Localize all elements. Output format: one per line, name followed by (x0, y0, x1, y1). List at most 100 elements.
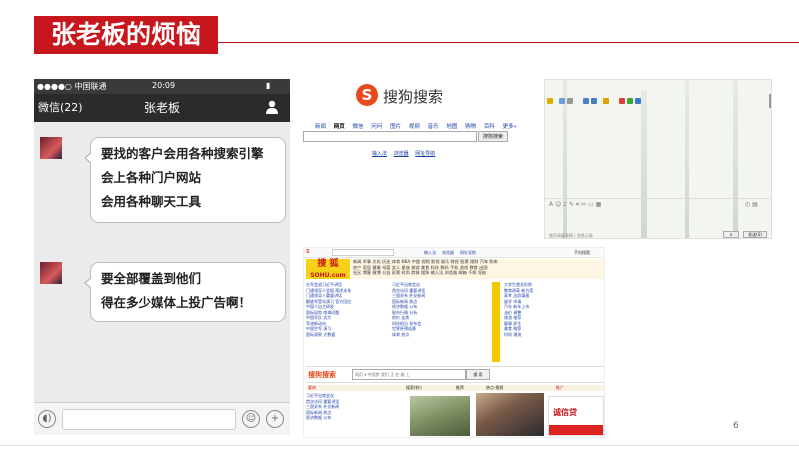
sogou-search-button[interactable]: 搜狗搜索 (478, 131, 508, 142)
sohu-section-tab (492, 282, 500, 362)
sohu-nav: 新闻 军事 文化 历史 体育 NBA 中超 视频 影视 娱乐 财经 股票 理财 … (351, 259, 604, 279)
page-number: 6 (733, 421, 739, 431)
message-line: 会用各种聊天工具 (101, 194, 202, 209)
sohu-logo-domain: SOHU.com (310, 272, 346, 279)
avatar[interactable] (40, 262, 62, 284)
sohu-logo-title: 搜 狐 (317, 259, 339, 269)
link-nav[interactable]: 网址导航 (415, 151, 435, 157)
status-bar: ●●●●○ 中国联通 20:09 ▮ (34, 79, 290, 94)
app-icon[interactable] (619, 98, 625, 104)
tab-shopping[interactable]: 购物 (465, 124, 476, 130)
message-line: 得在多少媒体上投广告啊！ (101, 295, 252, 310)
link-ime[interactable]: 输入法 (372, 151, 387, 157)
news-photo[interactable] (410, 396, 470, 436)
scrollbar[interactable] (769, 94, 771, 108)
input-toolbar-icons[interactable]: A ☺ ♪ ✎ ⌗ ✂ ▭ ▦ (549, 201, 601, 209)
sohu-logo[interactable]: 搜 狐 SOHU.com (306, 259, 350, 279)
tab-web[interactable]: 网页 (334, 124, 345, 130)
sogou-links: 输入法 浏览器 网址导航 (372, 150, 440, 157)
sohu-bottom-tabs: 要闻 搜索排行 推荐 热点·视频 推广 (306, 385, 604, 391)
message-bubble: 要全部覆盖到他们 得在多少媒体上投广告啊！ (84, 262, 286, 322)
news-link[interactable]: 经济数据 公布 (306, 415, 404, 421)
tab-wenwen[interactable]: 问问 (371, 124, 382, 130)
app-icon[interactable] (627, 98, 633, 104)
chat-input-bar: ◖) ☺ + (34, 402, 290, 435)
sogou-tabs: 新闻 网页 微信 问问 图片 视频 音乐 地图 购物 百科 更多» (315, 122, 523, 130)
news-photo[interactable] (476, 393, 544, 436)
sohu-search-bar: 搜狗搜索 网页 ▾ 中国梦 我们 正 在 路 上 搜 索 (306, 366, 604, 383)
chat-client-window: A ☺ ♪ ✎ ⌗ ✂ ▭ ▦ ◴ ▤ 使用高级表情 | 消息记录 × 发送(S… (544, 79, 772, 239)
tab-video[interactable]: 热点·视频 (486, 385, 503, 391)
link-browser[interactable]: 浏览器 (394, 151, 409, 157)
font-icon[interactable] (547, 98, 553, 104)
sohu-mini-logo: S (306, 249, 310, 255)
ad-stripe (549, 425, 603, 435)
sohu-top-link[interactable]: 网址导航 (460, 250, 476, 256)
sohu-news-col-mid: 习近平出席会议 首次访问 重要讲话 三国关系 外交新闻 国际新闻 热点 经济数据… (392, 282, 492, 337)
sohu-search-button[interactable]: 搜 索 (466, 369, 490, 380)
footer-divider (0, 445, 799, 446)
sohu-search-logo: 搜狗搜索 (308, 371, 336, 379)
ad-banner[interactable]: 诚信贷 (548, 396, 604, 436)
nav-row[interactable]: 社区 博客 微博 公益 彩票 时尚 商城 搜狗 输入法 浏览器 邮箱 千帆 导航 (351, 270, 604, 276)
plus-icon[interactable]: + (266, 410, 284, 428)
tab-baike[interactable]: 百科 (484, 124, 495, 130)
tab-images[interactable]: 图片 (390, 124, 401, 130)
sohu-bottom-news: 习近平出席会议 首次访问 重要讲话 三国关系 外交新闻 国际新闻 热点 经济数据… (306, 393, 404, 421)
bamboo-decoration (733, 80, 738, 238)
news-link[interactable]: 时尚 潮流 (504, 332, 602, 338)
carrier-label: ●●●●○ 中国联通 (37, 82, 107, 91)
close-button[interactable]: × (723, 231, 739, 238)
message-line: 要全部覆盖到他们 (101, 271, 202, 286)
sohu-top-link[interactable]: 浏览器 (442, 250, 454, 256)
tab-map[interactable]: 地图 (446, 124, 457, 130)
tab-news[interactable]: 新闻 (315, 124, 326, 130)
battery-icon: ▮ (266, 81, 271, 90)
message-bubble: 要找的客户会用各种搜索引擎 会上各种门户网站 会用各种聊天工具 (84, 137, 286, 223)
emoji-icon[interactable]: ☺ (242, 410, 260, 428)
folder-icon[interactable] (603, 98, 609, 104)
tab-search-rank[interactable]: 搜索排行 (406, 385, 422, 391)
send-button[interactable]: 发送(S) (743, 231, 767, 238)
chat-title: 张老板 (143, 101, 180, 115)
chat-header: 微信(22) 张老板 (34, 94, 290, 122)
message-input[interactable] (62, 409, 236, 430)
smiley-icon[interactable] (559, 98, 565, 104)
tab-headlines[interactable]: 要闻 (308, 385, 316, 391)
chat-footer-text: 使用高级表情 | 消息记录 (549, 233, 593, 238)
tab-video[interactable]: 视频 (409, 124, 420, 130)
sohu-top-link[interactable]: 手机搜狐 (574, 250, 590, 256)
title-underline (218, 42, 799, 43)
sohu-topbar: S 输入法 浏览器 网址导航 手机搜狐 (304, 248, 604, 258)
avatar[interactable] (40, 137, 62, 159)
slide-title: 张老板的烦恼 (34, 16, 218, 54)
user-icon[interactable] (266, 100, 278, 114)
shake-icon[interactable] (567, 98, 573, 104)
tab-more[interactable]: 更多» (503, 124, 517, 130)
tab-recommend[interactable]: 推荐 (456, 385, 464, 391)
divider (545, 198, 771, 199)
voice-icon[interactable]: ◖) (38, 410, 56, 428)
tab-weixin[interactable]: 微信 (353, 124, 364, 130)
bamboo-decoration (641, 90, 647, 238)
sohu-news-col-left: 台军会战习近平讲话 门通领导人会晤 两岸关系 门通领导人重要讲话 解放军登岛演习… (306, 282, 386, 337)
news-link[interactable]: 体育 热点 (392, 332, 492, 338)
sohu-news-col-right: 大学生就业形势 教育改革 新方案 高考 志愿填报 留学 申请 汽车 新车上市 油… (504, 282, 602, 337)
sohu-search-input[interactable]: 网页 ▾ 中国梦 我们 正 在 路 上 (352, 369, 466, 380)
file-icon[interactable] (591, 98, 597, 104)
history-icon[interactable]: ◴ ▤ (745, 201, 758, 208)
sohu-portal-screenshot: S 输入法 浏览器 网址导航 手机搜狐 搜 狐 SOHU.com 新闻 军事 文… (303, 247, 605, 438)
app-icon[interactable] (635, 98, 641, 104)
sogou-search-input[interactable] (303, 131, 477, 142)
image-icon[interactable] (583, 98, 589, 104)
message-line: 会上各种门户网站 (101, 170, 202, 185)
tab-promo[interactable]: 推广 (556, 385, 564, 391)
bamboo-decoration (685, 80, 689, 238)
message-line: 要找的客户会用各种搜索引擎 (101, 146, 264, 161)
tab-music[interactable]: 音乐 (428, 124, 439, 130)
news-link[interactable]: 国际观察 大数据 (306, 332, 386, 338)
sohu-top-search[interactable] (332, 249, 394, 256)
sogou-logo-text: 搜狗搜索 (383, 88, 444, 106)
sogou-logo-icon: S (356, 84, 378, 106)
sohu-top-link[interactable]: 输入法 (424, 250, 436, 256)
